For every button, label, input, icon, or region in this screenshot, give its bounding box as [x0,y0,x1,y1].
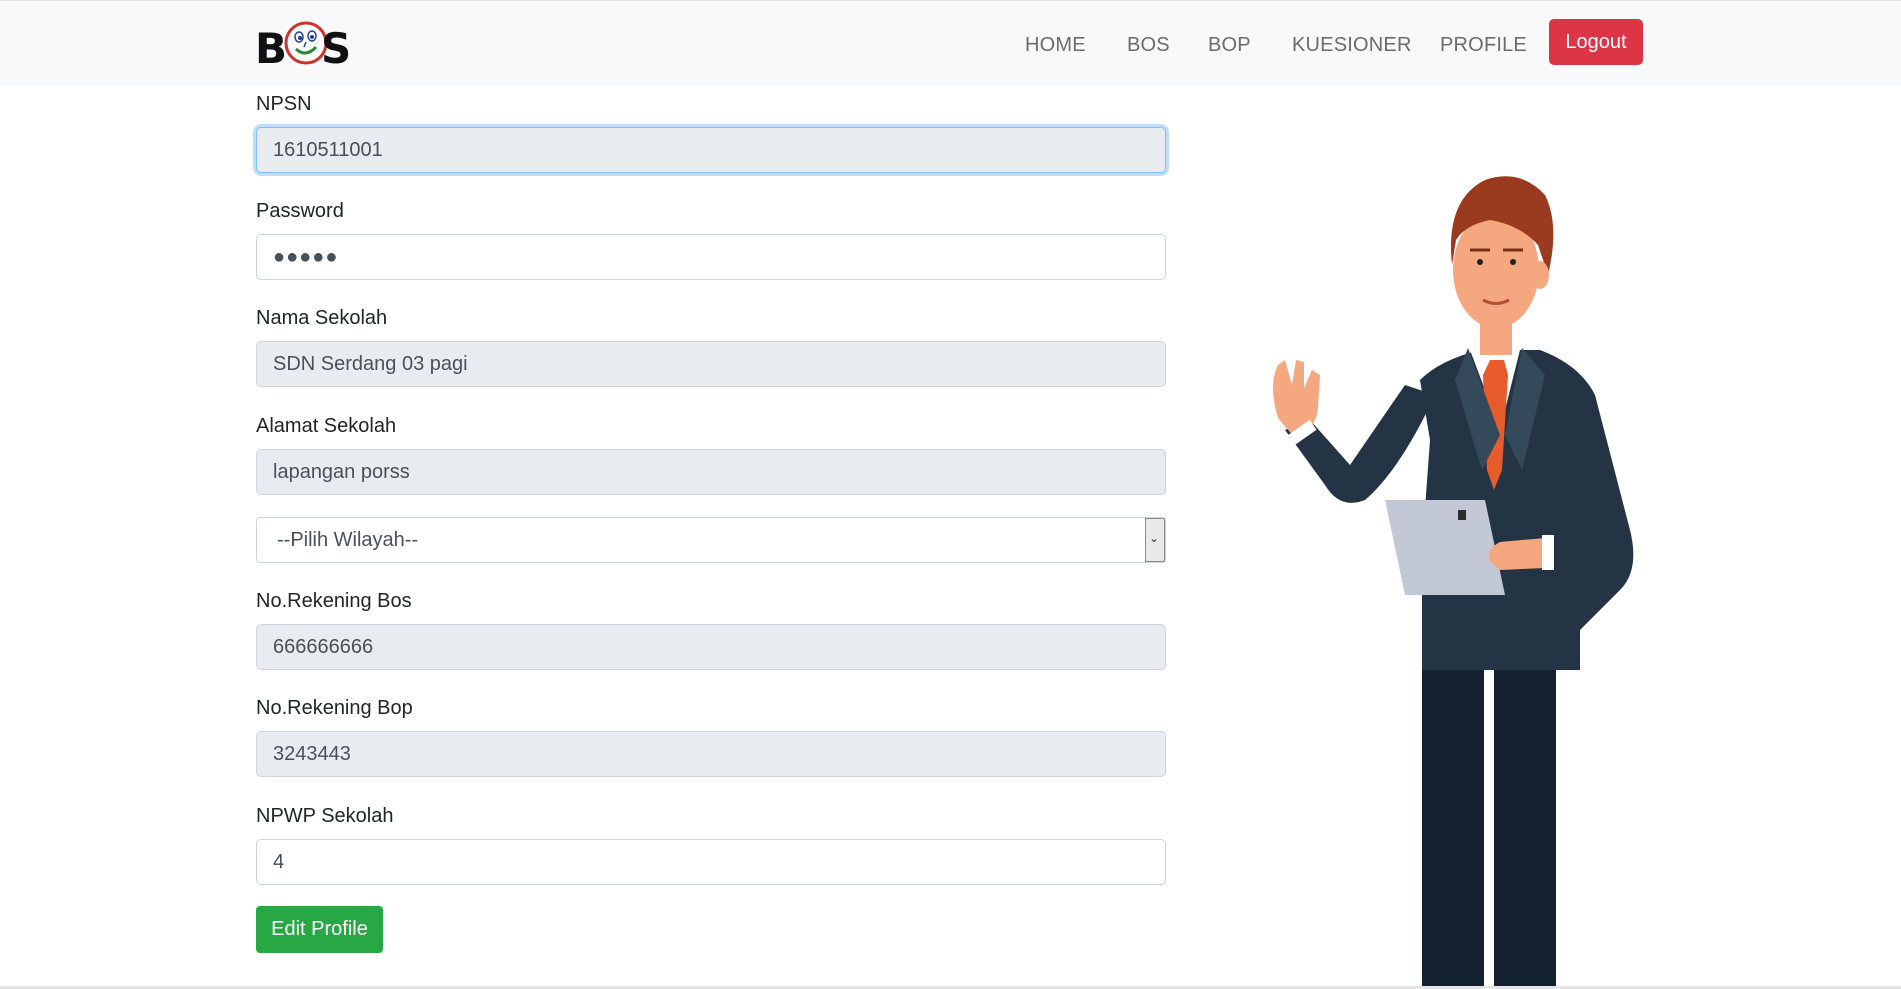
rekening-bop-input[interactable]: 3243443 [256,731,1166,777]
navbar: B S HOME BOS BOP KUESIONER PROFILE Logou… [0,0,1901,86]
brand-letter-s: S [321,24,352,73]
logout-button[interactable]: Logout [1549,19,1643,65]
brand-letter-b: B [255,24,288,73]
wilayah-select[interactable]: --Pilih Wilayah-- ⌄ [256,517,1166,563]
nav-kuesioner[interactable]: KUESIONER [1292,34,1412,57]
nama-sekolah-label: Nama Sekolah [256,307,388,329]
select-arrow[interactable]: ⌄ [1145,518,1165,562]
nama-sekolah-input[interactable]: SDN Serdang 03 pagi [256,341,1166,387]
npwp-label: NPWP Sekolah [256,805,394,827]
chevron-down-icon: ⌄ [1149,531,1160,545]
nav-bop[interactable]: BOP [1208,34,1251,57]
npwp-input[interactable]: 4 [256,839,1166,885]
password-label: Password [256,200,344,222]
rekening-bos-label: No.Rekening Bos [256,590,412,612]
nav-home[interactable]: HOME [1025,34,1086,57]
wilayah-selected-value: --Pilih Wilayah-- [277,529,419,551]
npsn-label: NPSN [256,93,312,115]
brand-logo[interactable]: B S [255,18,355,70]
password-input[interactable]: ●●●●● [256,234,1166,280]
alamat-sekolah-input[interactable]: lapangan porss [256,449,1166,495]
rekening-bop-label: No.Rekening Bop [256,697,413,719]
nav-profile[interactable]: PROFILE [1440,34,1527,57]
businessman-illustration [1273,176,1634,989]
edit-profile-button[interactable]: Edit Profile [256,906,383,953]
npsn-input[interactable]: 1610511001 [256,127,1166,173]
alamat-sekolah-label: Alamat Sekolah [256,415,397,437]
nav-bos[interactable]: BOS [1127,34,1170,57]
rekening-bos-input[interactable]: 666666666 [256,624,1166,670]
